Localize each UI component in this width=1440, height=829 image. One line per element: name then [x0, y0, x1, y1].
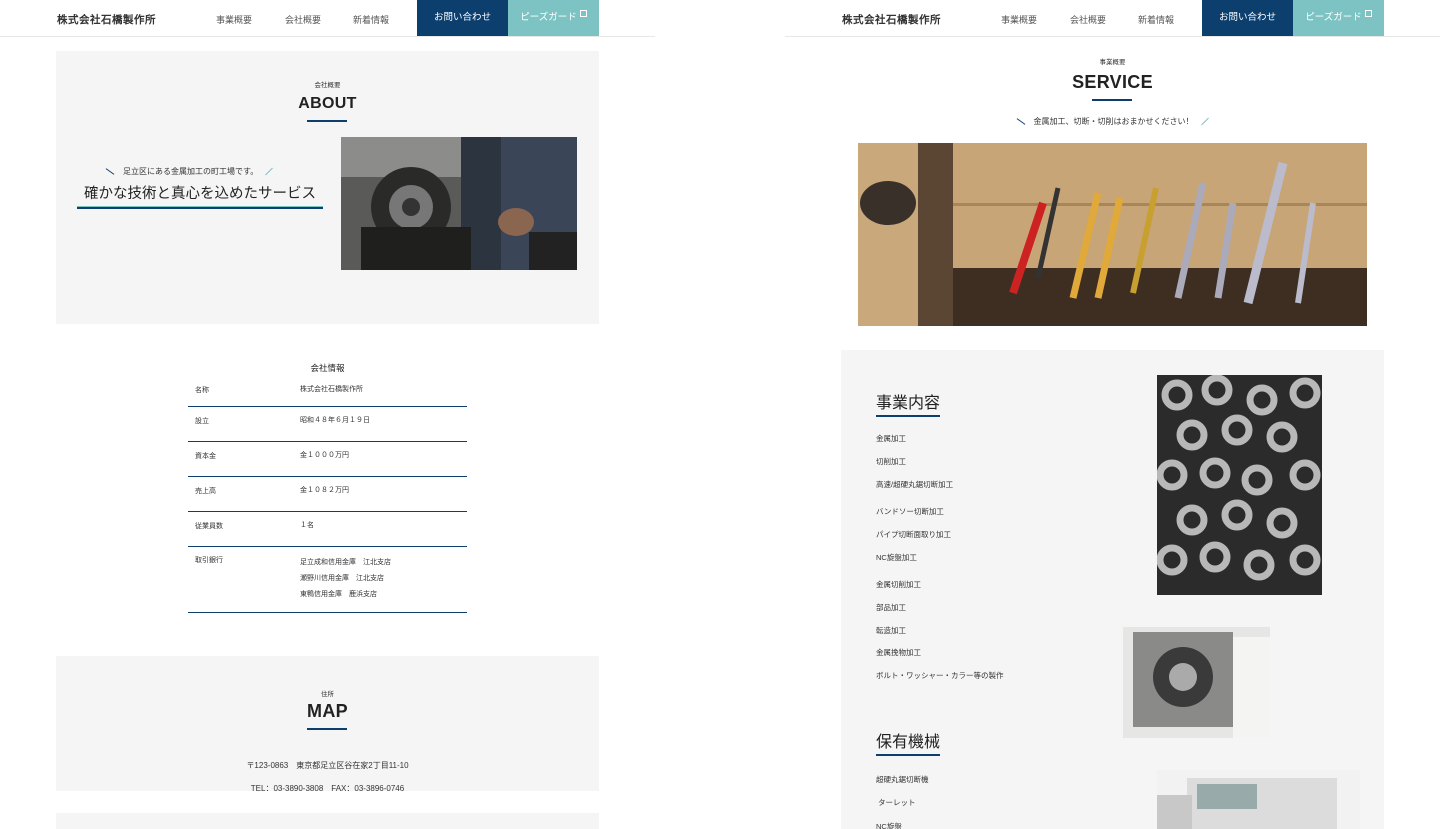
row-key: 取引銀行 — [195, 557, 223, 564]
nav-company[interactable]: 会社概要 — [285, 13, 321, 26]
list-item: ターレット — [878, 798, 916, 807]
map-small-label: 住所 — [321, 691, 334, 698]
row-key: 資本金 — [195, 453, 216, 460]
guard-button[interactable]: ピーズガード — [508, 0, 599, 36]
list-item: パイプ切断面取り加工 — [876, 530, 951, 539]
slash-icon — [265, 168, 274, 176]
map-embed-area[interactable] — [56, 813, 599, 829]
left-page-panel: 株式会社石橋製作所 事業概要 会社概要 新着情報 お問い合わせ ピーズガード 会… — [0, 0, 655, 829]
row-key: 名称 — [195, 387, 209, 394]
about-title: ABOUT — [298, 95, 357, 112]
site-header: 株式会社石橋製作所 事業概要 会社概要 新着情報 お問い合わせ ピーズガード — [0, 0, 655, 37]
row-key: 売上高 — [195, 488, 216, 495]
table-row: 売上高 金１０８２万円 — [188, 486, 467, 512]
map-address: 〒123-0863 東京都足立区谷在家2丁目11-10 — [246, 761, 409, 770]
about-tagline: 足立区にある金属加工の町工場です。 — [105, 166, 274, 177]
nav-news[interactable]: 新着情報 — [353, 13, 389, 26]
map-title-underline — [307, 728, 347, 730]
cutting-machine-photo — [1157, 770, 1360, 829]
service-small-label: 事業概要 — [1099, 59, 1126, 66]
row-value: 足立成和信用金庫 江北支店 瀬野川信用金庫 江北支店 東鴨信用金庫 鹿浜支店 — [300, 555, 391, 603]
bank-line: 東鴨信用金庫 鹿浜支店 — [300, 591, 377, 598]
list-item: 金属加工 — [876, 434, 906, 443]
company-info-title: 会社情報 — [310, 363, 345, 373]
row-value: １名 — [300, 522, 314, 529]
slash-icon — [105, 168, 115, 176]
tools-photo — [858, 143, 1367, 326]
nav-business[interactable]: 事業概要 — [216, 13, 252, 26]
row-value: 昭和４８年６月１９日 — [300, 417, 370, 424]
service-title-underline — [1092, 99, 1132, 101]
map-section: 住所 MAP 〒123-0863 東京都足立区谷在家2丁目11-10 TEL：0… — [56, 656, 599, 791]
contact-button[interactable]: お問い合わせ — [417, 0, 508, 36]
table-row: 名称 株式会社石橋製作所 — [188, 385, 467, 407]
row-value: 金１０００万円 — [300, 452, 349, 459]
nav-business[interactable]: 事業概要 — [1001, 13, 1037, 26]
about-small-label: 会社概要 — [314, 82, 341, 89]
list-item: 超硬丸鋸切断機 — [876, 775, 929, 784]
row-value: 金１０８２万円 — [300, 487, 349, 494]
list-item: NC旋盤 — [876, 822, 902, 829]
service-subtitle: 金属加工、切断・切削はおまかせください！ — [785, 116, 1440, 127]
slash-icon — [1016, 118, 1025, 126]
bank-line: 足立成和信用金庫 江北支店 — [300, 559, 391, 566]
list-item: 転造加工 — [876, 626, 906, 635]
site-logo[interactable]: 株式会社石橋製作所 — [842, 12, 941, 27]
catch-accent-line — [77, 206, 323, 207]
list-item: NC旋盤加工 — [876, 553, 917, 562]
guard-label: ピーズガード — [520, 12, 577, 23]
service-title: SERVICE — [1072, 72, 1153, 92]
row-value: 株式会社石橋製作所 — [300, 386, 363, 393]
right-page-panel: 株式会社石橋製作所 事業概要 会社概要 新着情報 お問い合わせ ピーズガード 事… — [785, 0, 1440, 829]
machinery-heading: 保有機械 — [876, 728, 941, 756]
row-key: 従業員数 — [195, 523, 223, 530]
nav-news[interactable]: 新着情報 — [1138, 13, 1174, 26]
list-item: 部品加工 — [876, 603, 906, 612]
guard-label: ピーズガード — [1305, 12, 1362, 23]
site-header: 株式会社石橋製作所 事業概要 会社概要 新着情報 お問い合わせ ピーズガード — [785, 0, 1440, 37]
list-item: 金属切削加工 — [876, 580, 921, 589]
about-title-underline — [307, 120, 347, 122]
row-key: 設立 — [195, 418, 209, 425]
map-tel-fax: TEL：03-3890-3808 FAX：03-3896-0746 — [250, 784, 405, 791]
contact-button[interactable]: お問い合わせ — [1202, 0, 1293, 36]
list-item: 切削加工 — [876, 457, 906, 466]
about-tagline-text: 足立区にある金属加工の町工場です。 — [123, 167, 259, 176]
table-row: 設立 昭和４８年６月１９日 — [188, 416, 467, 442]
external-link-icon — [1364, 10, 1372, 17]
table-row: 取引銀行 足立成和信用金庫 江北支店 瀬野川信用金庫 江北支店 東鴨信用金庫 鹿… — [188, 555, 467, 613]
metal-rings-photo — [1157, 375, 1322, 595]
business-content-heading: 事業内容 — [876, 389, 941, 417]
bank-line: 瀬野川信用金庫 江北支店 — [300, 575, 384, 582]
table-row: 資本金 金１０００万円 — [188, 451, 467, 477]
external-link-icon — [579, 10, 587, 17]
lathe-worker-photo — [341, 137, 577, 270]
about-catchphrase: 確かな技術と真心を込めたサービス — [77, 182, 323, 209]
list-item: ボルト・ワッシャー・カラー等の製作 — [876, 671, 1004, 680]
table-row: 従業員数 １名 — [188, 521, 467, 547]
service-subtitle-text: 金属加工、切断・切削はおまかせください！ — [1033, 117, 1194, 126]
list-item: 高速/超硬丸鋸切断加工 — [876, 480, 954, 489]
map-title: MAP — [307, 701, 348, 721]
guard-button[interactable]: ピーズガード — [1293, 0, 1384, 36]
slash-icon — [1200, 118, 1209, 126]
lathe-machine-photo — [1123, 627, 1270, 738]
list-item: バンドソー切断加工 — [876, 507, 944, 516]
list-item: 金属挽物加工 — [876, 648, 921, 657]
site-logo[interactable]: 株式会社石橋製作所 — [57, 12, 156, 27]
nav-company[interactable]: 会社概要 — [1070, 13, 1106, 26]
